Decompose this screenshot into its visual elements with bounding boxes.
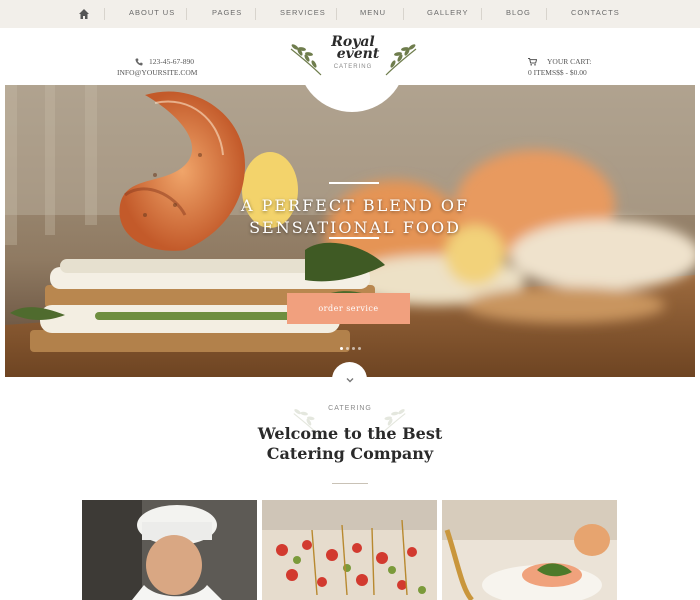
order-service-button[interactable]: order service	[287, 293, 410, 324]
chevron-down-icon	[346, 377, 353, 382]
logo-subtitle: CATERING	[333, 64, 373, 70]
cart-summary: 0 ITEMS$$ - $0.00	[528, 68, 587, 77]
nav-separator	[546, 8, 547, 20]
canape-photo	[442, 500, 617, 600]
nav-item-blog[interactable]: BLOG	[506, 8, 531, 17]
phone-icon	[135, 58, 143, 65]
hero-title: A PERFECT BLEND OF SENSATIONAL FOOD	[240, 196, 470, 237]
nav-item-contacts[interactable]: CONTACTS	[571, 8, 620, 17]
nav-separator	[255, 8, 256, 20]
cart-label: YOUR CART:	[547, 57, 592, 66]
leaf-icon	[385, 44, 417, 76]
nav-item-services[interactable]: SERVICES	[280, 8, 326, 17]
section-eyebrow: CATERING	[328, 405, 372, 412]
cart-icon	[528, 57, 537, 66]
hero-top-rule	[329, 182, 379, 184]
home-icon[interactable]	[78, 8, 90, 20]
slider-pagination	[340, 347, 361, 350]
nav-separator	[336, 8, 337, 20]
cart-info[interactable]: YOUR CART: 0 ITEMS$$ - $0.00	[528, 56, 591, 78]
section-title: Welcome to the Best Catering Company	[257, 424, 443, 463]
top-navigation: ABOUT US PAGES SERVICES MENU GALLERY BLO…	[0, 0, 700, 28]
nav-item-about-us[interactable]: ABOUT US	[129, 8, 175, 17]
slider-dot[interactable]	[340, 347, 343, 350]
nav-separator	[186, 8, 187, 20]
gallery-thumbnail[interactable]	[82, 500, 257, 600]
nav-separator	[403, 8, 404, 20]
site-logo[interactable]: Royal event CATERING	[318, 35, 388, 70]
nav-item-menu[interactable]: MENU	[360, 8, 386, 17]
nav-item-gallery[interactable]: GALLERY	[427, 8, 468, 17]
gallery-thumbnail[interactable]	[262, 500, 437, 600]
phone-number[interactable]: 123-45-67-890	[149, 56, 194, 67]
hero-bottom-rule	[329, 237, 379, 239]
scroll-down-button[interactable]	[332, 362, 367, 397]
chef-photo	[82, 500, 257, 600]
slider-dot[interactable]	[346, 347, 349, 350]
nav-item-pages[interactable]: PAGES	[212, 8, 242, 17]
nav-separator	[481, 8, 482, 20]
email-address[interactable]: INFO@YOURSITE.COM	[117, 67, 197, 78]
hero-slider: A PERFECT BLEND OF SENSATIONAL FOOD	[5, 85, 695, 377]
contact-info: 123-45-67-890 INFO@YOURSITE.COM	[117, 56, 197, 78]
slider-dot[interactable]	[358, 347, 361, 350]
appetizers-photo	[262, 500, 437, 600]
slider-dot[interactable]	[352, 347, 355, 350]
logo-title-line2: event	[336, 46, 380, 62]
gallery-thumbnail[interactable]	[442, 500, 617, 600]
section-divider	[332, 483, 368, 484]
nav-separator	[104, 8, 105, 20]
